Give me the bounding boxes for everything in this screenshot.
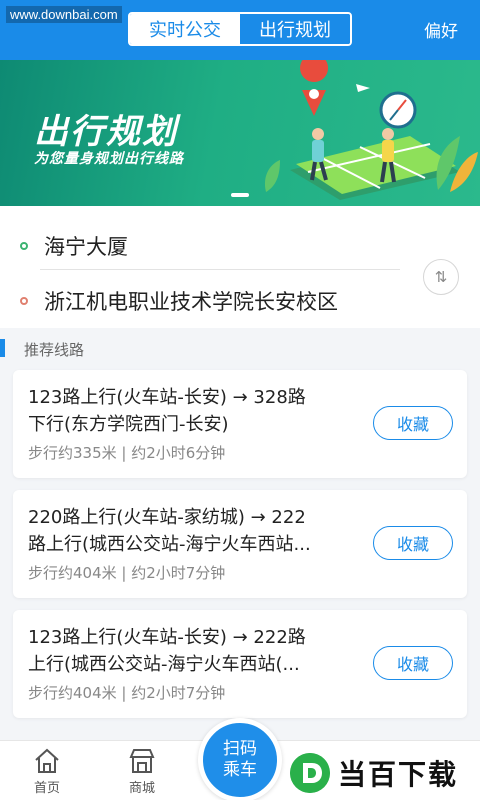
nav-home-label: 首页	[33, 781, 60, 796]
destination-field[interactable]: 浙江机电职业技术学院长安校区	[44, 286, 338, 316]
route-card[interactable]: 123路上行(火车站-长安) → 328路 下行(东方学院西门-长安) 步行约3…	[13, 370, 467, 478]
route-card[interactable]: 123路上行(火车站-长安) → 222路 上行(城西公交站-海宁火车西站(..…	[13, 610, 467, 718]
scan-label-line-1: 扫码	[223, 739, 257, 759]
destination-dot-icon	[20, 297, 28, 305]
section-title: 推荐线路	[24, 341, 85, 359]
route-card[interactable]: 220路上行(火车站-家纺城) → 222 路上行(城西公交站-海宁火车西站..…	[13, 490, 467, 598]
section-accent-bar	[0, 339, 5, 357]
promo-banner[interactable]: 出行规划 为您量身规划出行线路	[0, 60, 480, 206]
preference-button[interactable]: 偏好	[424, 17, 458, 42]
nav-mall[interactable]: 商城	[112, 747, 172, 796]
compass-icon	[379, 91, 417, 129]
origin-dot-icon	[20, 242, 28, 250]
swap-icon[interactable]: ⇅	[423, 259, 459, 295]
watermark-text: 当百下载	[338, 758, 459, 791]
scan-to-ride-button[interactable]: 扫码 乘车	[198, 718, 282, 800]
tab-realtime-bus[interactable]: 实时公交	[130, 14, 240, 44]
favorite-button[interactable]: 收藏	[373, 526, 453, 560]
divider	[40, 269, 400, 270]
watermark-logo: 当百下载	[286, 746, 480, 800]
banner-subtitle: 为您量身规划出行线路	[34, 151, 184, 167]
banner-illustration	[264, 60, 478, 200]
nav-home[interactable]: 首页	[17, 747, 77, 796]
favorite-button[interactable]: 收藏	[373, 646, 453, 680]
route-line-1: 123路上行(火车站-长安) → 328路	[28, 387, 306, 408]
route-line-1: 220路上行(火车站-家纺城) → 222	[28, 507, 306, 528]
banner-title: 出行规划	[34, 112, 178, 152]
route-line-2: 路上行(城西公交站-海宁火车西站...	[28, 534, 311, 555]
route-line-2: 上行(城西公交站-海宁火车西站(...	[28, 654, 300, 675]
home-icon	[35, 748, 59, 773]
route-meta: 步行约335米 | 约2小时6分钟	[28, 444, 226, 462]
origin-field[interactable]: 海宁大厦	[44, 231, 128, 261]
route-meta: 步行约404米 | 约2小时7分钟	[28, 684, 226, 702]
map-pin-icon	[300, 60, 329, 116]
shop-icon	[129, 749, 155, 773]
route-description: 123路上行(火车站-长安) → 328路 下行(东方学院西门-长安)	[28, 384, 358, 438]
route-description: 123路上行(火车站-长安) → 222路 上行(城西公交站-海宁火车西站(..…	[28, 624, 358, 678]
tab-trip-planning[interactable]: 出行规划	[240, 14, 350, 44]
top-header: www.downbai.com 实时公交 出行规划 偏好	[0, 0, 480, 60]
route-input-card: 海宁大厦 浙江机电职业技术学院长安校区 ⇅	[0, 206, 480, 328]
destination-row[interactable]: 浙江机电职业技术学院长安校区	[20, 286, 338, 316]
nav-mall-label: 商城	[128, 781, 155, 796]
origin-row[interactable]: 海宁大厦	[20, 231, 128, 261]
route-line-2: 下行(东方学院西门-长安)	[28, 414, 229, 435]
route-description: 220路上行(火车站-家纺城) → 222 路上行(城西公交站-海宁火车西站..…	[28, 504, 358, 558]
watermark-logo-icon	[290, 753, 330, 793]
favorite-button[interactable]: 收藏	[373, 406, 453, 440]
route-line-1: 123路上行(火车站-长安) → 222路	[28, 627, 306, 648]
route-meta: 步行约404米 | 约2小时7分钟	[28, 564, 226, 582]
mode-switch: 实时公交 出行规划	[128, 12, 352, 46]
carousel-indicator	[0, 193, 480, 197]
watermark-text: www.downbai.com	[6, 6, 122, 23]
scan-label-line-2: 乘车	[223, 760, 257, 780]
